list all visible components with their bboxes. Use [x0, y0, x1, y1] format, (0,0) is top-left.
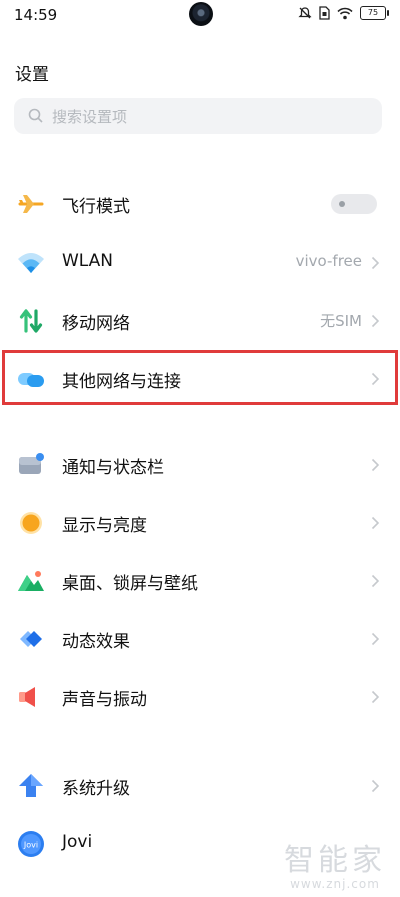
highlight-annotation-box — [2, 350, 398, 405]
wifi-icon — [18, 253, 44, 273]
search-placeholder: 搜索设置项 — [52, 108, 128, 126]
setting-airplane-mode[interactable]: 飞行模式 — [0, 175, 400, 233]
airplane-mode-toggle[interactable] — [331, 194, 377, 214]
jovi-icon: Jovi — [18, 831, 44, 857]
setting-wlan[interactable]: WLAN vivo-free — [0, 234, 400, 292]
setting-label: 声音与振动 — [62, 690, 147, 710]
animation-icon — [20, 631, 42, 647]
setting-display-brightness[interactable]: 显示与亮度 — [0, 494, 400, 552]
wlan-network-value: vivo-free — [295, 252, 362, 270]
setting-label: 显示与亮度 — [62, 516, 147, 536]
setting-system-upgrade[interactable]: 系统升级 — [0, 757, 400, 815]
mute-icon — [298, 7, 312, 19]
chevron-right-icon — [371, 632, 380, 646]
setting-animation-effects[interactable]: 动态效果 — [0, 610, 400, 668]
watermark-logo-text: 智能家 — [284, 843, 386, 878]
setting-label: 通知与状态栏 — [62, 458, 164, 478]
chevron-right-icon — [371, 690, 380, 704]
setting-notifications[interactable]: 通知与状态栏 — [0, 436, 400, 494]
mobile-network-value: 无SIM — [320, 312, 362, 330]
battery-icon: 75 — [360, 6, 389, 20]
chevron-right-icon — [371, 516, 380, 530]
watermark: 智能家 www.znj.com — [284, 835, 386, 891]
setting-label: WLAN — [62, 251, 114, 271]
wifi-icon — [337, 7, 353, 19]
status-time: 14:59 — [14, 6, 58, 24]
watermark-url: www.znj.com — [290, 877, 380, 891]
wallpaper-icon — [18, 571, 44, 591]
status-icons: 75 — [298, 6, 389, 20]
chevron-right-icon — [371, 314, 380, 328]
setting-label: 移动网络 — [62, 314, 130, 334]
setting-sound-vibration[interactable]: 声音与振动 — [0, 668, 400, 726]
chevron-right-icon — [371, 779, 380, 793]
setting-label: 系统升级 — [62, 779, 130, 799]
brightness-icon — [20, 512, 42, 534]
search-icon — [28, 108, 43, 123]
chevron-right-icon — [371, 574, 380, 588]
upgrade-icon — [19, 774, 43, 797]
notification-icon — [19, 453, 44, 474]
chevron-right-icon — [371, 256, 380, 270]
airplane-icon — [18, 195, 44, 213]
jovi-icon-text: Jovi — [23, 841, 38, 850]
setting-mobile-network[interactable]: 移动网络 无SIM — [0, 292, 400, 350]
sim-icon — [319, 6, 330, 20]
setting-wallpaper[interactable]: 桌面、锁屏与壁纸 — [0, 552, 400, 610]
mobile-data-icon — [19, 309, 43, 333]
setting-label: 桌面、锁屏与壁纸 — [62, 574, 198, 594]
front-camera — [189, 2, 213, 26]
setting-label: 飞行模式 — [62, 197, 130, 217]
toggle-knob — [339, 201, 345, 207]
setting-label: 动态效果 — [62, 632, 130, 652]
chevron-right-icon — [371, 458, 380, 472]
sound-icon — [19, 687, 35, 707]
page-title: 设置 — [15, 65, 49, 85]
setting-label: Jovi — [62, 832, 93, 852]
search-bar[interactable]: 搜索设置项 — [14, 98, 382, 134]
status-bar: 14:59 75 — [0, 0, 400, 30]
